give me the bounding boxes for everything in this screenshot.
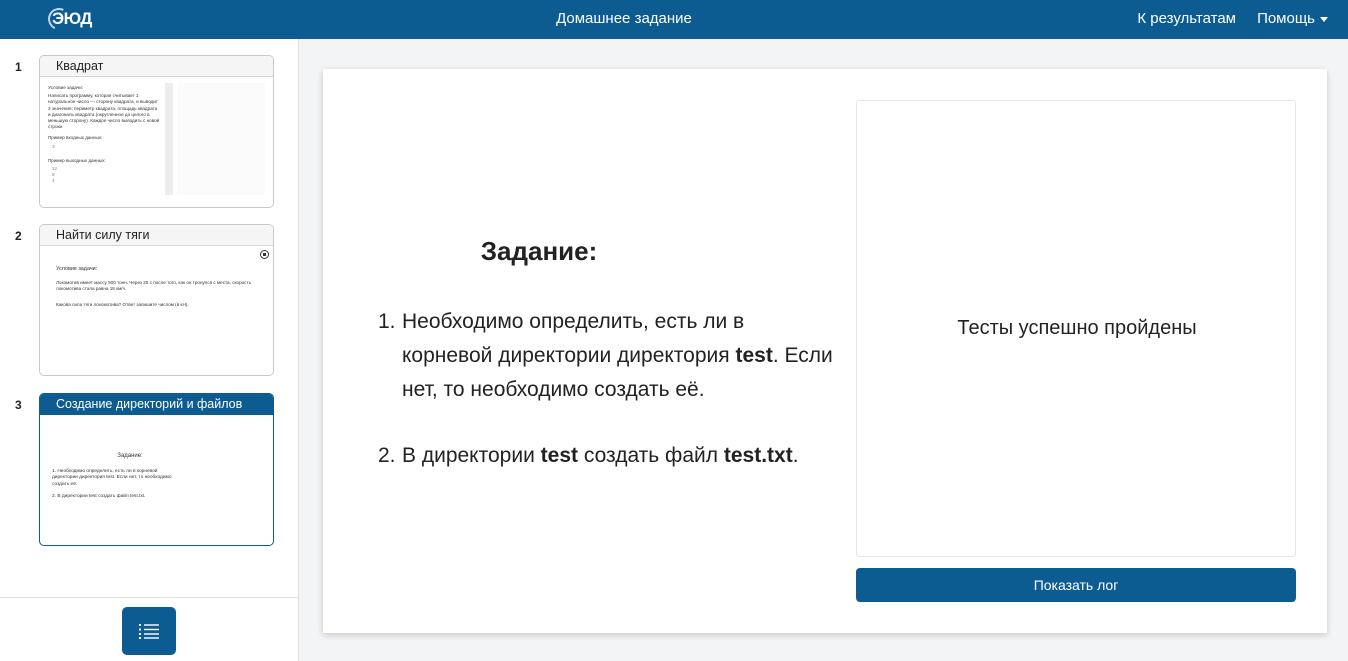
show-log-button[interactable]: Показать лог — [856, 568, 1296, 602]
preview-item-1: 1. Необходимо определить, есть ли в корн… — [52, 469, 172, 487]
task-card-sila-tyagi[interactable]: Найти силу тяги Условие задачи: Локомоти… — [39, 224, 274, 376]
instruction-number: 1. — [378, 310, 396, 333]
instruction-item-2: 2. В директории test создать файл test.t… — [378, 439, 838, 473]
preview-heading: Задание: — [117, 453, 143, 459]
instruction-number: 2. — [378, 444, 396, 467]
stop-icon — [260, 250, 269, 259]
preview-output-value: 4 — [52, 178, 55, 184]
task-content-card: Задание: 1. Необходимо определить, есть … — [323, 69, 1327, 633]
task-card-title: Квадрат — [40, 56, 273, 77]
task-card-kvadrat[interactable]: Квадрат Условие задачи: Написать програм… — [39, 55, 274, 208]
task-card-title: Найти силу тяги — [40, 225, 273, 246]
sidebar-footer — [0, 597, 298, 661]
task-instructions: 1. Необходимо определить, есть ли в корн… — [378, 305, 838, 505]
results-link[interactable]: К результатам — [1137, 10, 1236, 27]
preview-heading: Условие задачи: — [56, 266, 98, 272]
instruction-keyword: test — [540, 444, 579, 467]
preview-text: Написать программу, которая считывает 1 … — [48, 93, 160, 130]
instruction-text: В директории — [402, 444, 541, 467]
caret-down-icon — [1320, 17, 1328, 22]
instruction-keyword: test — [735, 344, 773, 367]
instruction-item-1: 1. Необходимо определить, есть ли в корн… — [378, 305, 838, 407]
list-icon — [139, 624, 159, 639]
top-navbar: ЭЮД Домашнее задание К результатам Помощ… — [0, 0, 1348, 39]
task-number: 1 — [15, 60, 22, 74]
task-card-title: Создание директорий и файлов — [40, 394, 273, 415]
task-list-button[interactable] — [122, 607, 176, 655]
preview-question: Какова сила тяги локомотива? Ответ запиш… — [56, 301, 189, 307]
preview-heading: Условие задачи: — [48, 85, 84, 90]
instruction-text: создать файл — [578, 444, 724, 467]
test-result-text: Тесты успешно пройдены — [957, 317, 1197, 339]
page-title: Домашнее задание — [556, 10, 692, 27]
preview-output-label: Пример выходных данных: — [48, 157, 106, 163]
preview-text: Локомотив имеет массу 500 тонн. Через 25… — [56, 280, 251, 292]
preview-editor — [177, 83, 265, 195]
instruction-text: . — [792, 444, 799, 467]
help-menu-button[interactable]: Помощь — [1257, 10, 1328, 27]
task-heading: Задание: — [480, 236, 598, 266]
task-number: 3 — [15, 398, 22, 412]
task-sidebar: 1 Квадрат Условие задачи: Написать прогр… — [0, 39, 299, 661]
instruction-keyword: test.txt — [723, 444, 793, 467]
test-result-panel: Тесты успешно пройдены — [856, 100, 1296, 557]
preview-input-value: 3 — [52, 143, 55, 149]
preview-item-2: 2. В директории test создать файл test.t… — [52, 494, 146, 500]
preview-input-label: Пример входных данных: — [48, 135, 103, 141]
preview-editor-gutter — [165, 83, 173, 195]
task-number: 2 — [15, 229, 22, 243]
help-menu-label: Помощь — [1257, 10, 1315, 27]
task-card-directories[interactable]: Создание директорий и файлов Задание: 1.… — [39, 393, 274, 546]
instruction-text: Необходимо определить, есть ли в корнево… — [402, 310, 745, 367]
